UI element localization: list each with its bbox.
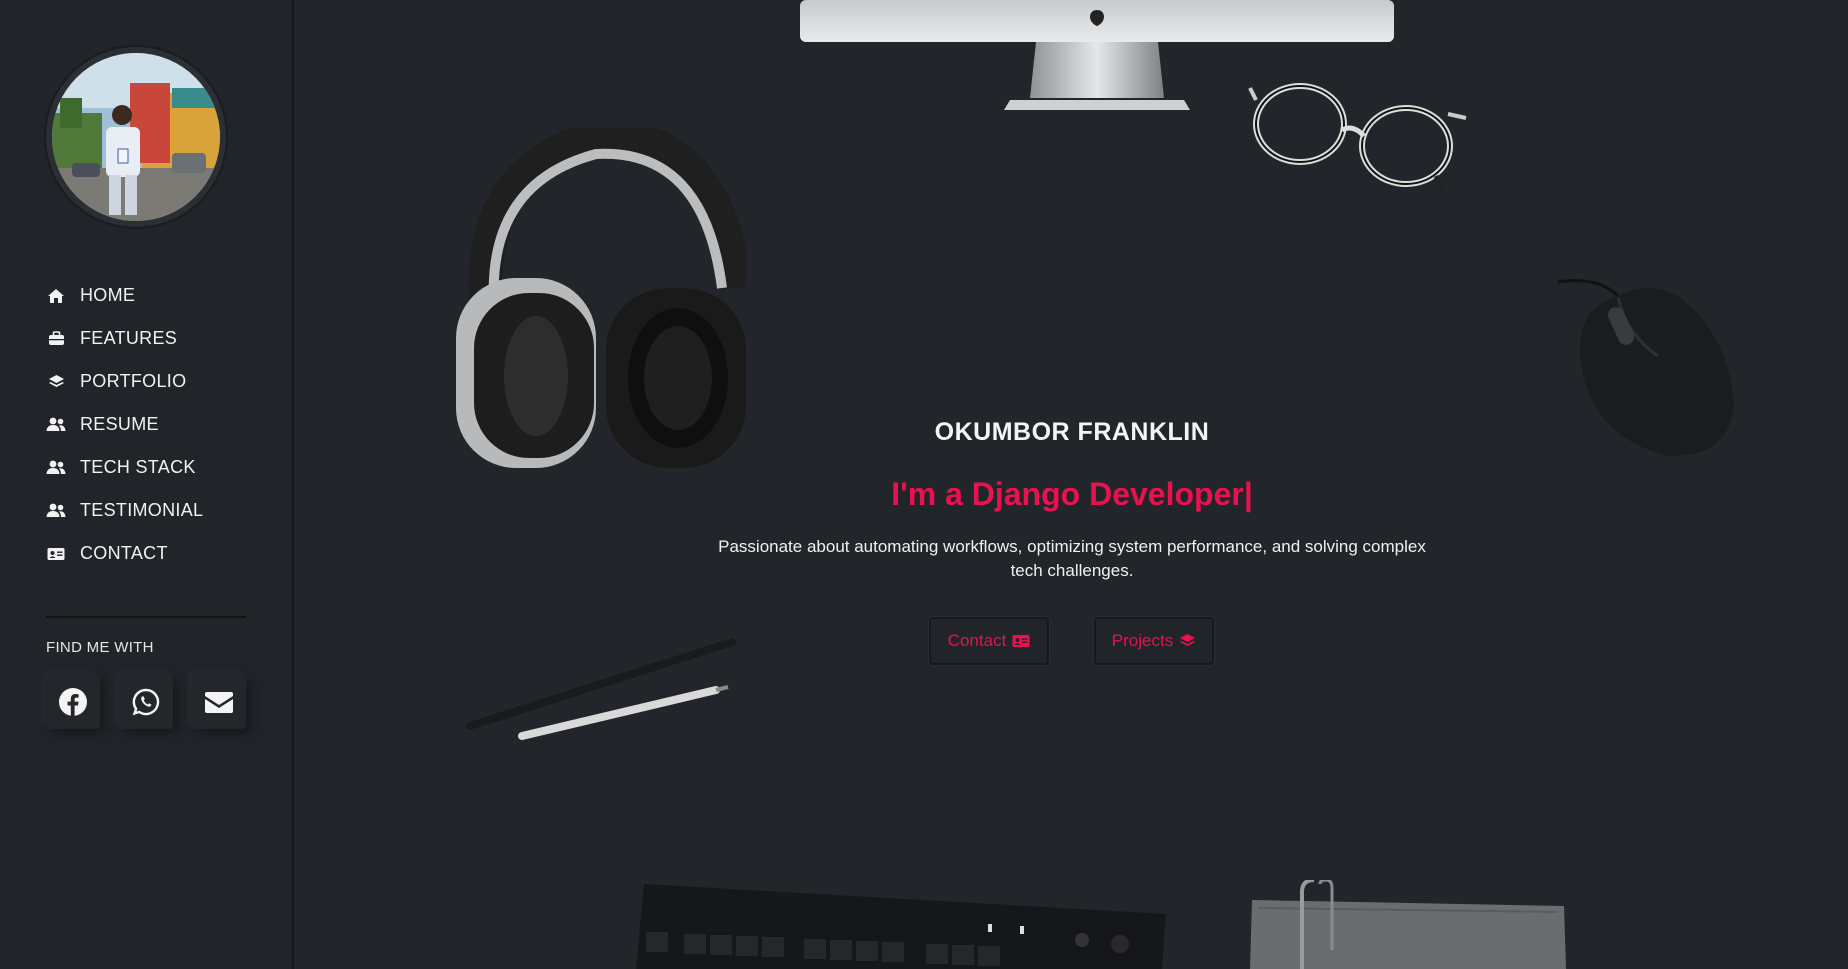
nav-item-features[interactable]: FEATURES	[46, 317, 203, 360]
nav-label: HOME	[80, 285, 136, 305]
layers-icon	[1180, 634, 1196, 646]
hero-section: OKUMBOR FRANKLIN I'm a Django Developer|…	[296, 0, 1848, 969]
whatsapp-button[interactable]	[119, 675, 173, 729]
facebook-icon	[59, 688, 87, 716]
whatsapp-icon	[132, 688, 160, 716]
sidebar-nav: HOME FEATURES PORTFOLIO RESUME TECH STAC…	[46, 274, 203, 575]
id-card-icon	[46, 544, 66, 564]
users-icon	[46, 458, 66, 478]
app-root: HOME FEATURES PORTFOLIO RESUME TECH STAC…	[0, 0, 1848, 969]
users-icon	[46, 415, 66, 435]
profile-photo	[52, 53, 220, 221]
briefcase-icon	[46, 329, 66, 349]
find-me-label: FIND ME WITH	[46, 639, 154, 656]
layers-icon	[46, 372, 66, 392]
nav-item-portfolio[interactable]: PORTFOLIO	[46, 360, 203, 403]
id-card-icon	[1012, 635, 1030, 647]
nav-label: PORTFOLIO	[80, 371, 187, 391]
projects-button-label: Projects	[1111, 631, 1174, 650]
social-links	[46, 675, 246, 729]
contact-button-label: Contact	[947, 631, 1007, 650]
projects-button[interactable]: Projects	[1094, 617, 1214, 665]
sidebar: HOME FEATURES PORTFOLIO RESUME TECH STAC…	[0, 0, 294, 969]
email-button[interactable]	[192, 675, 246, 729]
facebook-button[interactable]	[46, 675, 100, 729]
home-icon	[46, 286, 66, 306]
hero-role: I'm a Django Developer|	[891, 476, 1253, 512]
nav-label: FEATURES	[80, 328, 178, 348]
nav-item-home[interactable]: HOME	[46, 274, 203, 317]
sidebar-divider	[46, 616, 246, 618]
nav-label: RESUME	[80, 414, 159, 434]
profile-avatar	[46, 47, 226, 227]
users-icon	[46, 501, 66, 521]
nav-label: TESTIMONIAL	[80, 500, 204, 520]
nav-item-resume[interactable]: RESUME	[46, 403, 203, 446]
hero-description: Passionate about automating workflows, o…	[718, 537, 1426, 580]
hero-name: OKUMBOR FRANKLIN	[934, 418, 1210, 446]
nav-label: TECH STACK	[80, 457, 196, 477]
nav-item-tech-stack[interactable]: TECH STACK	[46, 446, 203, 489]
nav-item-testimonial[interactable]: TESTIMONIAL	[46, 489, 203, 532]
contact-button[interactable]: Contact	[929, 617, 1049, 665]
nav-item-contact[interactable]: CONTACT	[46, 532, 203, 575]
envelope-icon	[205, 691, 233, 713]
nav-label: CONTACT	[80, 543, 168, 563]
